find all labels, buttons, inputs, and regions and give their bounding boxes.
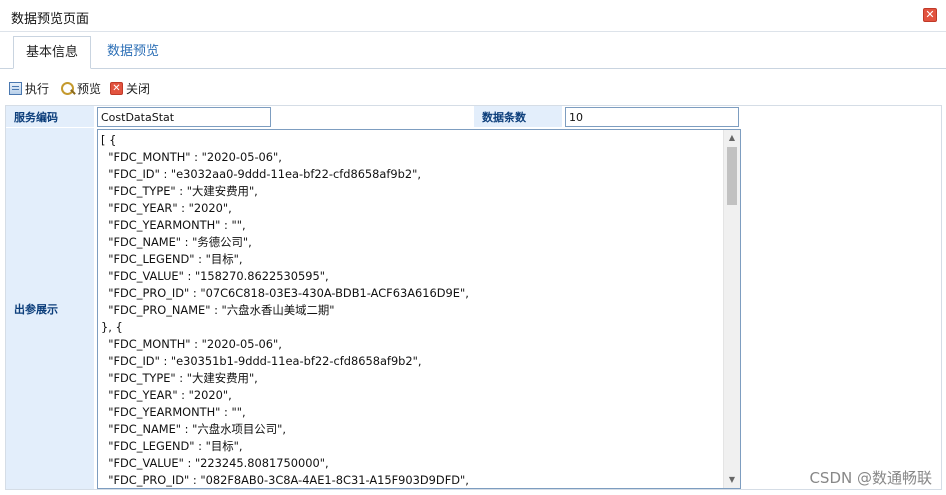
output-line: "FDC_VALUE" : "158270.8622530595", [101,269,329,283]
watermark: CSDN @数通畅联 [809,469,932,487]
output-line: "FDC_ID" : "e30351b1-9ddd-11ea-bf22-cfd8… [101,354,422,368]
output-line: "FDC_TYPE" : "大建安费用", [101,184,258,198]
tab-bar: 基本信息 数据预览 [0,32,946,69]
window-title: 数据预览页面 [11,12,90,27]
output-line: "FDC_MONTH" : "2020-05-06", [101,337,282,351]
output-line: "FDC_LEGEND" : "目标", [101,439,243,453]
output-line: "FDC_TYPE" : "大建安费用", [101,371,258,385]
output-line: "FDC_PRO_ID" : "07C6C818-03E3-430A-BDB1-… [101,286,469,300]
window-titlebar: 数据预览页面 ✕ [0,0,946,32]
preview-button[interactable]: 预览 [61,80,101,97]
magnifier-icon [61,82,74,95]
close-icon: ✕ [110,82,123,95]
scroll-down-arrow-icon[interactable]: ▼ [724,472,740,488]
output-textarea[interactable]: [ { "FDC_MONTH" : "2020-05-06", "FDC_ID"… [97,129,741,489]
close-label: 关闭 [126,82,151,96]
output-line: "FDC_YEARMONTH" : "", [101,405,246,419]
execute-icon [9,82,22,95]
output-line: "FDC_PRO_NAME" : "六盘水香山美域二期" [101,303,335,317]
output-label: 出参展示 [6,128,94,489]
output-line: "FDC_ID" : "e3032aa0-9ddd-11ea-bf22-cfd8… [101,167,422,181]
output-line: "FDC_YEAR" : "2020", [101,201,232,215]
output-line: "FDC_LEGEND" : "目标", [101,252,243,266]
scrollbar-thumb[interactable] [727,147,737,205]
scroll-up-arrow-icon[interactable]: ▲ [724,130,740,146]
service-code-input[interactable] [97,107,271,127]
exec-label: 执行 [25,82,50,96]
output-line: "FDC_YEARMONTH" : "", [101,218,246,232]
preview-label: 预览 [77,82,102,96]
output-line: "FDC_YEAR" : "2020", [101,388,232,402]
exec-button[interactable]: 执行 [9,80,49,97]
window-close-icon[interactable]: ✕ [923,8,937,22]
record-count-input[interactable] [565,107,739,127]
toolbar: 执行 预览 ✕ 关闭 [0,70,946,104]
tab-basic-info[interactable]: 基本信息 [13,36,91,69]
vertical-scrollbar[interactable]: ▲ ▼ [723,130,740,488]
output-line: "FDC_PRO_ID" : "082F8AB0-3C8A-4AE1-8C31-… [101,473,469,487]
output-line: }, { [101,320,123,334]
tab-data-preview[interactable]: 数据预览 [93,36,173,69]
output-line: "FDC_NAME" : "务德公司", [101,235,252,249]
record-count-label: 数据条数 [474,106,562,127]
output-line: "FDC_MONTH" : "2020-05-06", [101,150,282,164]
output-line: "FDC_NAME" : "六盘水项目公司", [101,422,286,436]
service-code-label: 服务编码 [6,106,94,127]
close-button[interactable]: ✕ 关闭 [110,80,150,97]
output-line: [ { [101,133,117,147]
output-json-text: [ { "FDC_MONTH" : "2020-05-06", "FDC_ID"… [101,132,723,488]
output-line: "FDC_VALUE" : "223245.8081750000", [101,456,329,470]
